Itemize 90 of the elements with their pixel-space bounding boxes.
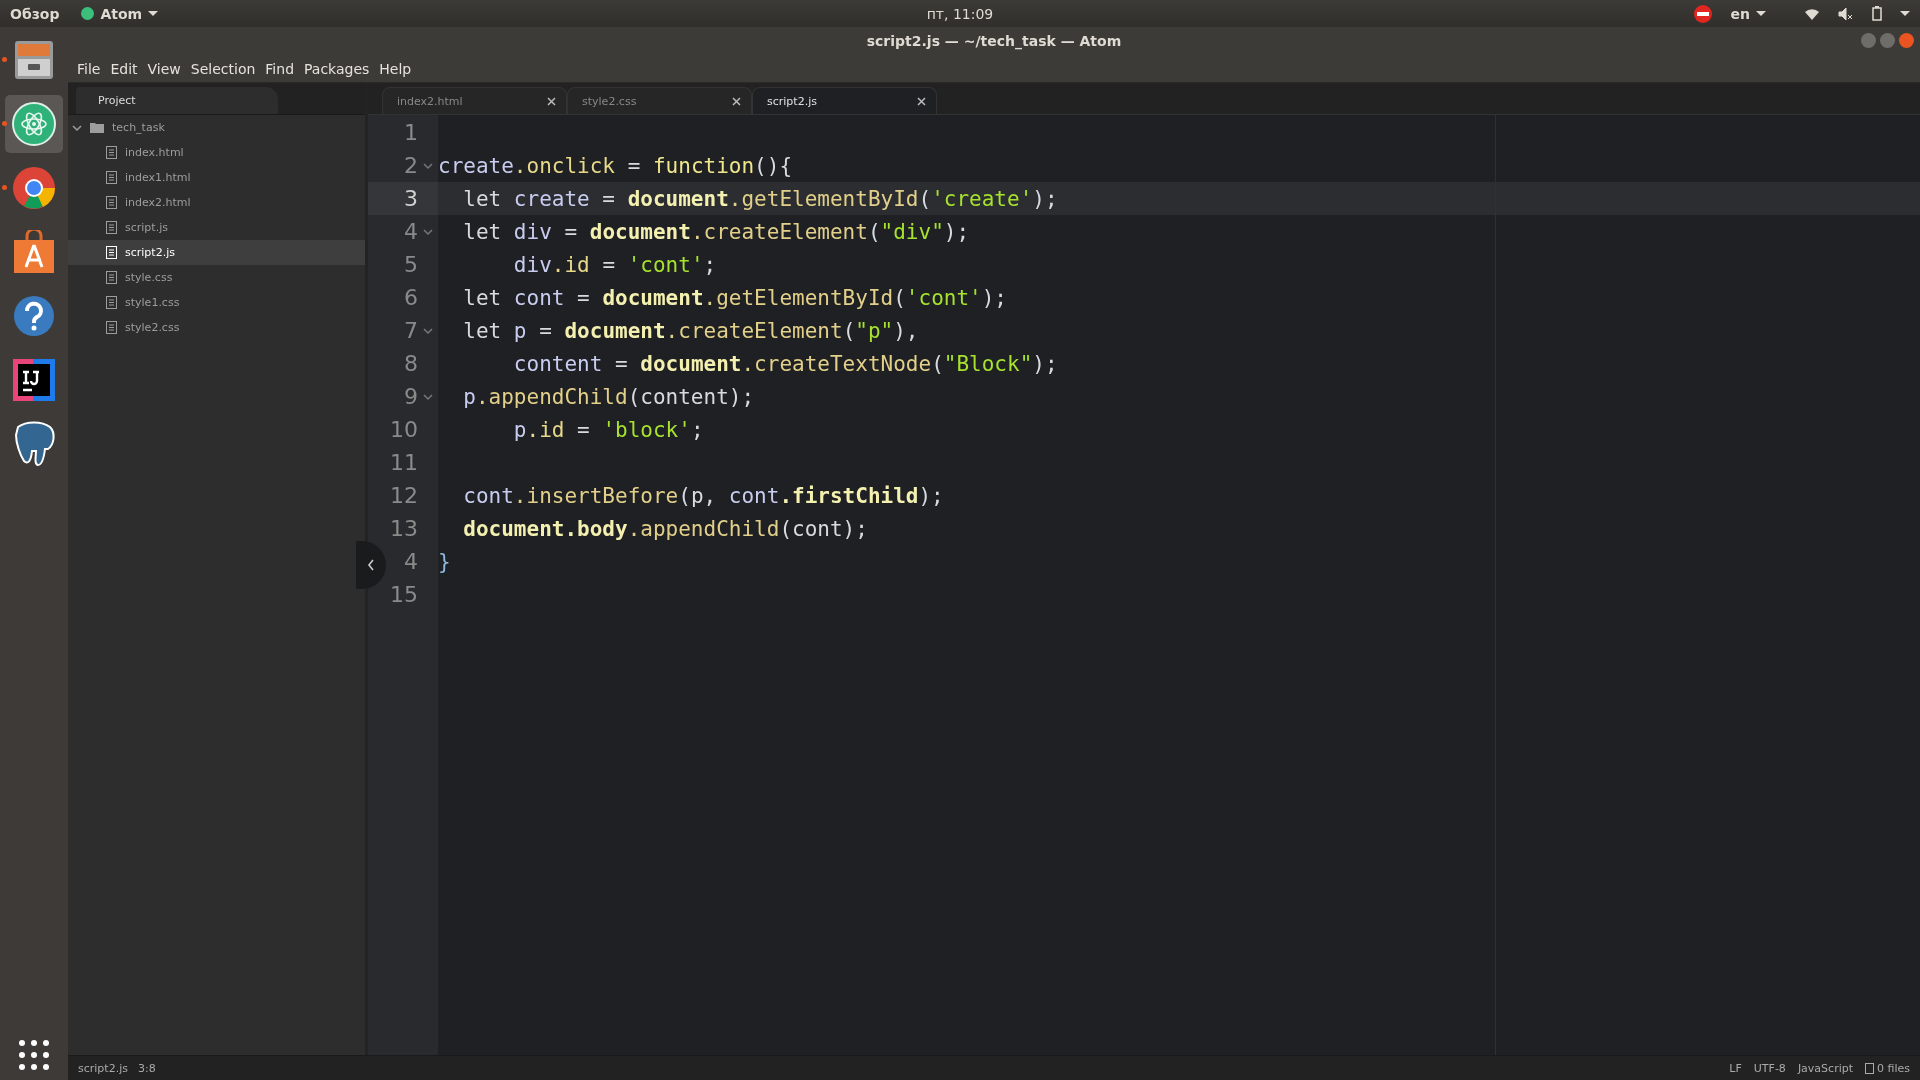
chevron-left-icon [367,559,375,571]
menu-item[interactable]: Selection [185,60,261,77]
wifi-icon[interactable] [1804,6,1820,21]
line-number: 5 [404,252,418,277]
running-indicator [2,57,7,62]
tree-file[interactable]: script2.js [68,240,365,265]
line-number: 7 [404,318,418,343]
folder-name: tech_task [112,121,165,134]
file-icon [106,146,117,159]
line-number: 10 [390,417,418,442]
menu-item[interactable]: View [142,60,186,77]
close-icon[interactable] [917,96,926,106]
line-number: 2 [404,153,418,178]
menu-item[interactable]: File [72,60,106,77]
cursor-position[interactable]: 3:8 [137,1061,156,1075]
close-icon[interactable] [547,96,556,106]
folder-icon [90,122,104,133]
line-number: 13 [390,516,418,541]
line-number: 4 [404,549,418,574]
file-icon [106,171,117,184]
project-tab[interactable]: Project [76,87,278,114]
system-menu-caret-icon[interactable] [1900,11,1910,16]
tree-file[interactable]: style.css [68,265,365,290]
running-indicator [2,185,7,190]
atom-icon[interactable] [12,102,56,146]
line-ending[interactable]: LF [1729,1061,1742,1075]
close-button[interactable] [1899,33,1914,48]
editor-tab[interactable]: index2.html [382,87,567,114]
keyboard-layout-menu[interactable]: en [1730,5,1766,22]
line-number: 6 [404,285,418,310]
code-line: let p = document.createElement("p"), [462,318,919,343]
file-icon [106,321,117,334]
menu-item[interactable]: Help [374,60,417,77]
do-not-disturb-icon[interactable] [1692,3,1713,24]
code-line: let create = document.getElementById('create'); [462,186,1058,211]
tree-file[interactable]: script.js [68,215,365,240]
clock[interactable]: пт, 11:09 [926,5,994,22]
line-number: 15 [390,582,418,607]
line-number: 9 [404,384,418,409]
close-icon[interactable] [732,96,741,106]
window-title: script2.js — ~/tech_task — Atom [866,33,1122,49]
line-number: 8 [404,351,418,376]
ide-icon[interactable] [13,359,55,401]
file-icon [106,196,117,209]
file-cabinet-icon[interactable] [13,39,55,81]
line-number: 11 [390,450,418,475]
code-line: div.id = 'cont'; [512,252,717,277]
code-line: p.id = 'block'; [512,417,704,442]
menu-item[interactable]: Packages [299,60,375,77]
tree-file[interactable]: style2.css [68,315,365,340]
code-line: p.appendChild(content); [462,384,755,409]
line-number: 1 [404,120,418,145]
volume-muted-icon[interactable] [1838,6,1854,21]
app-grid-icon[interactable] [19,1040,49,1070]
help-icon[interactable] [13,295,55,337]
code-line: } [438,549,451,574]
shopping-bag-icon[interactable] [13,230,55,274]
encoding[interactable]: UTF-8 [1753,1061,1786,1075]
menu-item[interactable]: Find [260,60,299,77]
line-number: 4 [404,219,418,244]
browser-icon[interactable] [12,166,56,210]
git-files-count[interactable]: 0 files [1877,1061,1910,1075]
file-icon [106,296,117,309]
code-line: create.onclick = function(){ [438,153,793,178]
line-number: 3 [404,186,418,211]
running-indicator [2,121,7,126]
status-file[interactable]: script2.js [78,1061,128,1075]
file-icon [106,246,117,259]
line-number: 12 [390,483,418,508]
file-icon [106,221,117,234]
menu-item[interactable]: Edit [105,60,143,77]
code-line: cont.insertBefore(p, cont.firstChild); [462,483,944,508]
battery-icon[interactable] [1872,6,1882,21]
file-icon [1865,1062,1874,1074]
elephant-icon[interactable] [12,421,56,467]
grammar[interactable]: JavaScript [1797,1061,1853,1075]
file-icon [106,271,117,284]
tree-file[interactable]: index.html [68,140,365,165]
code-line: let div = document.createElement("div"); [462,219,970,244]
activities-button[interactable]: Обзор [10,5,60,22]
tree-folder[interactable]: tech_task [68,115,365,140]
editor-tab[interactable]: script2.js [752,87,937,114]
code-line: let cont = document.getElementById('cont'); [462,285,1007,310]
tree-file[interactable]: style1.css [68,290,365,315]
code-line: content = document.createTextNode("Block"); [512,351,1058,376]
tree-file[interactable]: index1.html [68,165,365,190]
app-menu[interactable]: Atom [81,5,159,22]
editor-tab[interactable]: style2.css [567,87,752,114]
tree-file[interactable]: index2.html [68,190,365,215]
code-line: document.body.appendChild(cont); [462,516,868,541]
